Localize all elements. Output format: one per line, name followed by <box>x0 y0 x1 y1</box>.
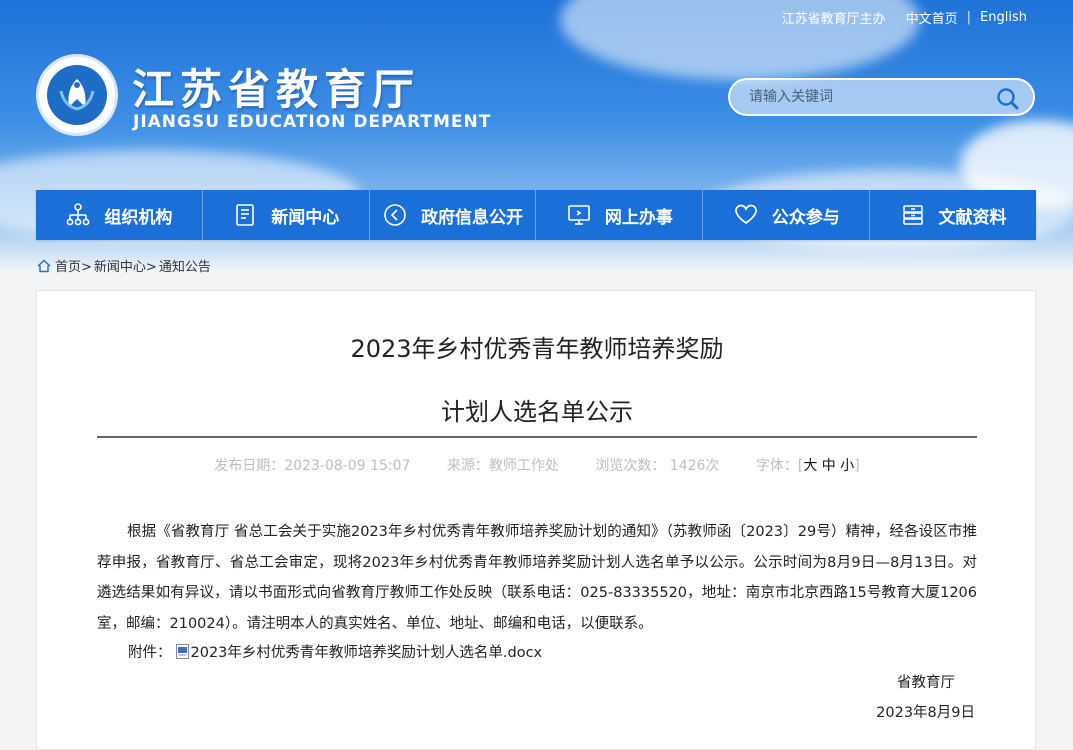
top-links: 江苏省教育厅主办 中文首页 | English <box>782 8 1027 27</box>
emblem-icon <box>59 79 95 111</box>
search-icon[interactable] <box>995 86 1021 112</box>
breadcrumb: 首页> 新闻中心> 通知公告 <box>37 256 211 275</box>
signature-date: 2023年8月9日 <box>876 705 975 721</box>
nav-item-online-service[interactable]: 网上办事 <box>536 190 704 240</box>
breadcrumb-news[interactable]: 新闻中心> <box>94 256 157 275</box>
org-chart-icon <box>67 203 90 226</box>
title-divider <box>97 436 977 438</box>
article-source: 来源：教师工作处 <box>446 458 559 474</box>
sponsor-text: 江苏省教育厅主办 <box>781 12 886 27</box>
nav-label: 网上办事 <box>604 207 673 228</box>
nav-item-news[interactable]: 新闻中心 <box>203 190 370 240</box>
site-logo[interactable] <box>36 54 118 136</box>
search-box <box>728 78 1035 116</box>
heart-icon <box>734 204 757 225</box>
play-circle-icon <box>384 204 406 226</box>
breadcrumb-home[interactable]: 首页> <box>55 256 92 275</box>
archive-icon <box>902 205 923 225</box>
signature: 省教育厅 <box>897 675 955 691</box>
site-subtitle: JIANGSU EDUCATION DEPARTMENT <box>133 112 492 132</box>
word-doc-icon <box>175 644 189 659</box>
nav-label: 新闻中心 <box>271 207 340 228</box>
nav-item-archive[interactable]: 文献资料 <box>870 190 1036 240</box>
document-icon <box>236 204 255 226</box>
publish-date: 发布日期：2023-08-09 15:07 <box>214 458 411 474</box>
nav-label: 组织机构 <box>104 207 173 228</box>
logo-emblem <box>47 65 107 125</box>
home-cn-link[interactable]: 中文首页 <box>906 8 958 27</box>
monitor-icon <box>568 205 590 225</box>
font-size-options[interactable]: 大 中 小 <box>803 458 854 474</box>
article-card: 2023年乡村优秀青年教师培养奖励 计划人选名单公示 发布日期：2023-08-… <box>36 290 1036 750</box>
attachment-row: 附件： 2023年乡村优秀青年教师培养奖励计划人选名单.docx <box>128 641 542 662</box>
font-size-close: ] <box>854 458 860 474</box>
article-meta: 发布日期：2023-08-09 15:07 来源：教师工作处 浏览次数： 142… <box>37 455 1037 475</box>
article-paragraph: 根据《省教育厅 省总工会关于实施2023年乡村优秀青年教师培养奖励计划的通知》（… <box>97 524 977 632</box>
font-size-label: 字体：[ <box>755 458 804 474</box>
search-input[interactable] <box>747 88 981 106</box>
main-nav: 组织机构 新闻中心 政府信息公开 网上办事 公众参与 文献资料 <box>36 190 1036 240</box>
breadcrumb-current[interactable]: 通知公告 <box>159 256 211 275</box>
home-icon <box>37 258 51 272</box>
nav-label: 公众参与 <box>771 207 840 228</box>
attachment-link[interactable]: 2023年乡村优秀青年教师培养奖励计划人选名单.docx <box>191 641 543 662</box>
font-size-control: 字体：[大 中 小] <box>756 458 860 474</box>
article-body: 根据《省教育厅 省总工会关于实施2023年乡村优秀青年教师培养奖励计划的通知》（… <box>97 517 977 639</box>
site-title: 江苏省教育厅 <box>132 65 421 114</box>
attachment-label: 附件： <box>128 645 172 661</box>
nav-item-gov-info[interactable]: 政府信息公开 <box>370 190 537 240</box>
view-count: 浏览次数： 1426次 <box>595 458 720 474</box>
article-title-line1: 2023年乡村优秀青年教师培养奖励 <box>350 335 724 363</box>
article-title-line2: 计划人选名单公示 <box>441 398 633 426</box>
nav-item-public[interactable]: 公众参与 <box>703 190 871 240</box>
top-links-separator: | <box>966 10 972 25</box>
nav-item-org[interactable]: 组织机构 <box>36 190 203 240</box>
nav-label: 政府信息公开 <box>421 207 524 228</box>
english-link[interactable]: English <box>980 10 1027 25</box>
nav-label: 文献资料 <box>938 207 1007 228</box>
